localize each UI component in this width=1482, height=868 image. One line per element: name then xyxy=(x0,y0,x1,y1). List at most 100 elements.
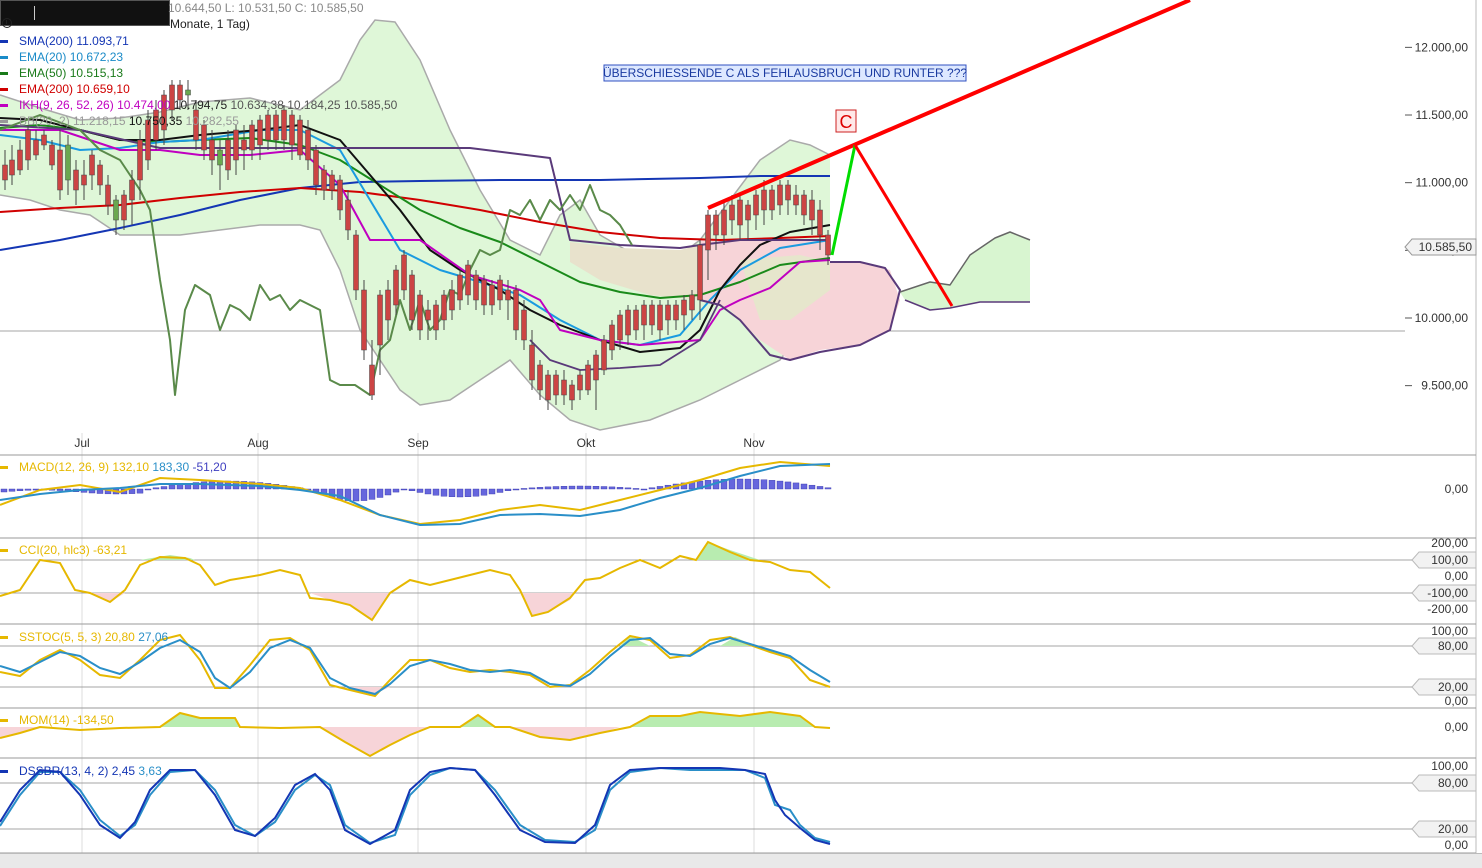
annotation-note-text: ÜBERSCHIESSENDE C ALS FEHLAUSBRUCH UND R… xyxy=(603,66,967,80)
cci-tick-label: 200,00 xyxy=(1431,536,1468,550)
legend-main-1-title: EMA(20) xyxy=(19,50,70,64)
candle-body xyxy=(786,185,791,200)
price-axis: 9.500,0010.000,0010.500,0011.000,0011.50… xyxy=(1415,40,1469,392)
macd-histogram-bar xyxy=(353,489,359,501)
macd-histogram-bar xyxy=(145,489,151,490)
macd-histogram-bar xyxy=(201,482,207,489)
candle-body xyxy=(354,235,359,290)
macd-histogram-bar xyxy=(521,488,527,489)
candle-body xyxy=(58,150,63,190)
candle-body xyxy=(114,200,119,220)
legend-main-0-value: 11.093,71 xyxy=(76,34,129,48)
clock-icon[interactable] xyxy=(2,18,12,28)
mom-negative-fill xyxy=(320,727,430,756)
candle-body xyxy=(306,130,311,160)
macd-histogram-bar xyxy=(617,487,623,489)
macd-histogram-bar xyxy=(633,488,639,489)
price-tick-label: 11.000,00 xyxy=(1416,176,1469,190)
macd-histogram-bar xyxy=(729,479,735,489)
macd-histogram-bar xyxy=(649,488,655,489)
mom-tick-label: 0,00 xyxy=(1445,720,1469,734)
candle-body xyxy=(138,140,143,180)
macd-histogram-bar xyxy=(609,487,615,489)
candle-body xyxy=(346,200,351,230)
macd-histogram-bar xyxy=(17,489,23,491)
annotation-note[interactable]: ÜBERSCHIESSENDE C ALS FEHLAUSBRUCH UND R… xyxy=(603,65,967,81)
period-header: Monate, 1 Tag) xyxy=(170,17,250,31)
candle-body xyxy=(594,355,599,380)
macd-histogram-bar xyxy=(641,489,647,490)
candle-body xyxy=(42,135,47,145)
macd-histogram-bar xyxy=(785,482,791,489)
candle-body xyxy=(226,140,231,170)
candle-body xyxy=(186,90,191,95)
macd-histogram-bar xyxy=(481,489,487,495)
legend-main-3-value: 10.659,10 xyxy=(76,82,130,96)
candle-body xyxy=(466,265,471,295)
candle-body xyxy=(274,115,279,140)
candle-body xyxy=(754,195,759,215)
macd-histogram-bar xyxy=(9,489,15,491)
candle-body xyxy=(674,305,679,320)
legend-main-3-title: EMA(200) xyxy=(19,82,76,96)
ohlc-header: 10.644,50 L: 10.531,50 C: 10.585,50 xyxy=(168,1,364,15)
candle-body xyxy=(394,270,399,305)
macd-histogram-bar xyxy=(369,489,375,499)
text-cursor xyxy=(34,6,35,20)
forecast-up-leg xyxy=(832,145,855,255)
candle-body xyxy=(546,375,551,400)
macd-histogram-bar xyxy=(497,489,503,492)
candle-body xyxy=(826,235,831,255)
candle-body xyxy=(682,300,687,315)
macd-histogram-bar xyxy=(425,489,431,494)
legend-macd-title: MACD(12, 26, 9) xyxy=(19,460,112,474)
candle-body xyxy=(538,365,543,390)
cloud-green xyxy=(900,232,1030,310)
legend-main-4-value: 10.474,00 xyxy=(117,98,174,112)
candle-body xyxy=(714,215,719,235)
candle-body xyxy=(434,305,439,330)
cci-tick-label: -200,00 xyxy=(1427,602,1468,616)
macd-histogram-bar xyxy=(377,489,383,497)
macd-histogram-bar xyxy=(465,489,471,497)
candle-body xyxy=(634,310,639,330)
candle-body xyxy=(458,275,463,300)
cci-tick-label: 0,00 xyxy=(1445,569,1469,583)
macd-histogram-bar xyxy=(385,489,391,495)
candle-body xyxy=(26,130,31,160)
legend-main-3-swatch xyxy=(0,88,8,91)
macd-histogram-bar xyxy=(137,489,143,493)
candle-body xyxy=(314,150,319,185)
symbol-search-box[interactable] xyxy=(0,0,170,26)
bottom-scrollbar[interactable] xyxy=(0,853,1482,868)
legend-dssbr: DSSBR(13, 4, 2) 2,45 3,63 xyxy=(19,764,162,778)
macd-histogram-bar xyxy=(393,489,399,492)
legend-main-5-title: BB(20, 2) xyxy=(19,114,73,128)
candle-body xyxy=(90,155,95,175)
macd-histogram-bar xyxy=(761,480,767,489)
candle-body xyxy=(122,195,127,220)
legend-main-5: BB(20, 2) 11.218,15 10.750,35 10.282,55 xyxy=(19,114,239,128)
candle-body xyxy=(362,290,367,350)
macd-histogram-bar xyxy=(529,488,535,489)
legend-main-0-title: SMA(200) xyxy=(19,34,76,48)
cci-oversold-fill xyxy=(310,593,390,620)
price-tick-label: 11.500,00 xyxy=(1416,108,1469,122)
macd-histogram-bar xyxy=(489,489,495,494)
candle-body xyxy=(666,305,671,320)
legend-main-4: IKH(9, 26, 52, 26) 10.474,00 10.794,75 1… xyxy=(19,98,398,112)
wave-label-c[interactable]: C xyxy=(836,110,856,132)
macd-histogram-bar xyxy=(577,486,583,489)
legend-cci-value: -63,21 xyxy=(93,543,127,557)
macd-histogram-bar xyxy=(745,479,751,489)
candle-body xyxy=(338,180,343,210)
macd-histogram-bar xyxy=(1,489,7,492)
candle-body xyxy=(210,140,215,160)
macd-histogram-bar xyxy=(449,489,455,497)
cci-tick-label: -100,00 xyxy=(1427,586,1468,600)
dssbr-line xyxy=(0,768,830,844)
candle-body xyxy=(586,365,591,390)
macd-histogram-bar xyxy=(537,487,543,489)
candle-body xyxy=(250,125,255,150)
candle-body xyxy=(378,295,383,345)
